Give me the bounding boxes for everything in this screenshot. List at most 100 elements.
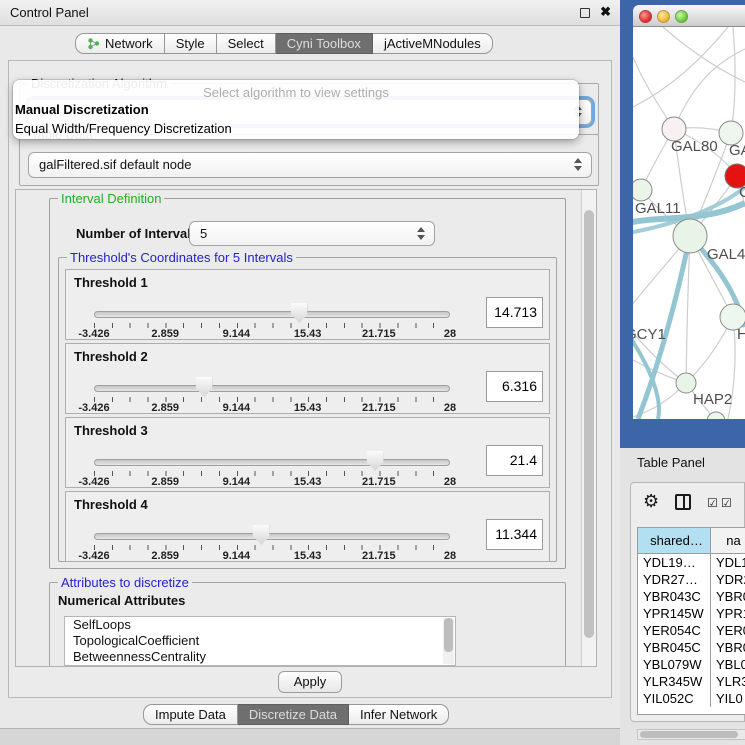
cell[interactable]: YER054C — [638, 622, 711, 639]
cell[interactable]: YPR145W — [638, 605, 711, 622]
threshold-label: Threshold 3 — [74, 423, 148, 438]
num-intervals-label: Number of Intervals — [76, 226, 198, 241]
tab-label: Cyni Toolbox — [287, 36, 361, 51]
cell[interactable]: YDL1 — [711, 554, 745, 571]
combo-arrows-icon — [417, 227, 425, 240]
threshold-1-slider-track[interactable] — [94, 311, 450, 318]
table-data-combo[interactable]: galFiltered.sif default node — [28, 152, 592, 178]
cell[interactable]: YLR3 — [711, 673, 745, 690]
numerical-attributes-list: SelfLoops TopologicalCoefficient Between… — [64, 616, 456, 666]
table-row[interactable]: YDL19…YDL1 — [638, 554, 745, 571]
tab-label: Style — [176, 36, 205, 51]
zoom-traffic-light-icon[interactable] — [675, 10, 688, 23]
table-row[interactable]: YDR27…YDR2 — [638, 571, 745, 588]
cell[interactable]: YBL0 — [711, 656, 745, 673]
table-row[interactable]: YBL079WYBL0 — [638, 656, 745, 673]
network-window-titlebar[interactable] — [633, 5, 745, 27]
threshold-3-value-field[interactable]: 21.4 — [486, 445, 543, 476]
cell[interactable]: YDL19… — [638, 554, 711, 571]
tab-style[interactable]: Style — [165, 33, 217, 54]
tab-network[interactable]: Network — [75, 33, 165, 54]
cell[interactable]: YLR345W — [638, 673, 711, 690]
interval-definition-group: Interval Definition Number of Intervals … — [49, 198, 566, 569]
table-panel-body: ⚙ ☑ ☑ shared… na YDL19…YDL1 YDR27…YDR2 Y… — [630, 482, 745, 722]
cell[interactable]: YBR0 — [711, 639, 745, 656]
checkbox-icon[interactable]: ☑ — [707, 496, 718, 510]
tab-infer-network[interactable]: Infer Network — [349, 704, 449, 725]
table-data-group: Table Data galFiltered.sif default node — [19, 134, 599, 186]
tab-cyni-toolbox[interactable]: Cyni Toolbox — [276, 33, 373, 54]
node-gal4[interactable] — [673, 219, 707, 253]
scale-label: -3.426 — [78, 328, 109, 340]
threshold-1-slider-thumb[interactable] — [291, 303, 308, 323]
minimize-traffic-light-icon[interactable] — [657, 10, 670, 23]
scale-label: -3.426 — [78, 550, 109, 562]
tab-discretize-data[interactable]: Discretize Data — [238, 704, 349, 725]
threshold-4-slider-thumb[interactable] — [253, 525, 270, 545]
cell[interactable]: YBR0 — [711, 588, 745, 605]
threshold-2-slider-track[interactable] — [94, 385, 450, 392]
dropdown-option-equal-width[interactable]: Equal Width/Frequency Discretization — [13, 119, 579, 138]
network-canvas[interactable]: GAL80 GA C GAL11 GAL4 GCY1 H HAP2 — [633, 27, 745, 419]
list-scrollbar[interactable] — [443, 618, 454, 664]
threshold-4-block: Threshold 4 -3.426 2.859 9.144 15.43 21.… — [65, 491, 550, 562]
cell[interactable]: YDR27… — [638, 571, 711, 588]
table-row[interactable]: YLR345WYLR3 — [638, 673, 745, 690]
table-row[interactable]: YBR045CYBR0 — [638, 639, 745, 656]
numerical-attributes-label: Numerical Attributes — [58, 593, 185, 608]
cell[interactable]: YBR045C — [638, 639, 711, 656]
combo-value: galFiltered.sif default node — [39, 157, 191, 172]
gear-icon[interactable]: ⚙ — [643, 491, 659, 511]
tab-impute-data[interactable]: Impute Data — [143, 704, 238, 725]
table-row[interactable]: YBR043CYBR0 — [638, 588, 745, 605]
column-header-name[interactable]: na — [711, 528, 745, 554]
node-hap2[interactable] — [676, 373, 696, 393]
cell[interactable]: YDR2 — [711, 571, 745, 588]
cell[interactable]: YIL0 — [711, 690, 745, 707]
num-intervals-combo[interactable]: 5 — [189, 221, 435, 246]
cell[interactable]: YBL079W — [638, 656, 711, 673]
list-item[interactable]: TopologicalCoefficient — [65, 633, 455, 649]
settings-scrollbar[interactable] — [581, 190, 596, 666]
cell[interactable]: YBR043C — [638, 588, 711, 605]
label-h-partial: H — [737, 326, 745, 343]
close-icon[interactable]: ✖ — [600, 4, 611, 20]
tab-select[interactable]: Select — [217, 33, 276, 54]
threshold-1-value-field[interactable]: 14.713 — [486, 297, 543, 328]
network-graph: GAL80 GA C GAL11 GAL4 GCY1 H HAP2 — [633, 27, 745, 419]
slider-scale: -3.426 2.859 9.144 15.43 21.715 28 — [94, 328, 450, 340]
table-horizontal-scrollbar[interactable] — [637, 729, 745, 740]
table-row[interactable]: YPR145WYPR1 — [638, 605, 745, 622]
node-gal11[interactable] — [633, 179, 652, 201]
table-row[interactable]: YER054CYER0 — [638, 622, 745, 639]
combo-arrows-icon — [574, 158, 582, 171]
float-window-icon[interactable] — [580, 8, 590, 18]
tab-label: Select — [228, 36, 264, 51]
threshold-4-slider-track[interactable] — [94, 533, 450, 540]
network-view-window: GAL80 GA C GAL11 GAL4 GCY1 H HAP2 — [620, 0, 745, 448]
threshold-2-value-field[interactable]: 6.316 — [486, 371, 543, 402]
scrollbar-thumb[interactable] — [584, 210, 594, 638]
cell[interactable]: YPR1 — [711, 605, 745, 622]
cell[interactable]: YER0 — [711, 622, 745, 639]
apply-button[interactable]: Apply — [278, 671, 342, 693]
threshold-4-value-field[interactable]: 11.344 — [486, 519, 543, 550]
threshold-3-slider-thumb[interactable] — [367, 451, 384, 471]
threshold-2-slider-thumb[interactable] — [196, 377, 213, 397]
cell[interactable]: YIL052C — [638, 690, 711, 707]
network-icon — [87, 37, 100, 50]
threshold-3-slider-track[interactable] — [94, 459, 450, 466]
combo-value: 5 — [200, 226, 207, 241]
close-traffic-light-icon[interactable] — [639, 10, 652, 23]
tab-jactivemnodules[interactable]: jActiveMNodules — [373, 33, 493, 54]
column-header-shared[interactable]: shared… — [638, 528, 711, 554]
list-item[interactable]: BetweennessCentrality — [65, 649, 455, 665]
table-row[interactable]: YIL052CYIL0 — [638, 690, 745, 707]
columns-icon[interactable] — [675, 494, 691, 510]
attributes-group: Attributes to discretize Numerical Attri… — [49, 582, 566, 667]
list-item[interactable]: SelfLoops — [65, 617, 455, 633]
checkbox-icon[interactable]: ☑ — [721, 496, 732, 510]
dropdown-option-manual[interactable]: Manual Discretization — [13, 100, 579, 119]
scrollbar-thumb[interactable] — [640, 731, 738, 738]
label-gal11: GAL11 — [635, 200, 681, 217]
